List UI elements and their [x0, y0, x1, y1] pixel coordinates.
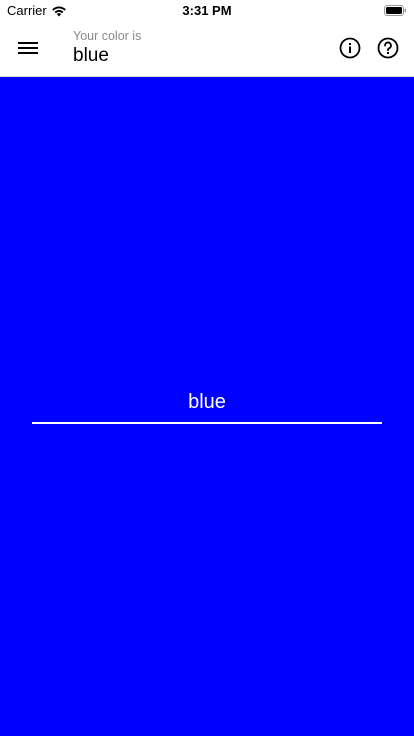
- screen: Carrier 3:31 PM Your color is blue: [0, 0, 414, 736]
- menu-button[interactable]: [12, 32, 44, 64]
- app-bar-subtitle: Your color is: [73, 29, 142, 43]
- menu-icon: [18, 42, 38, 54]
- color-display-area: [0, 77, 414, 736]
- info-button[interactable]: [336, 34, 364, 62]
- title-block: Your color is blue: [73, 29, 141, 68]
- app-bar: Your color is blue: [0, 22, 414, 77]
- color-input-wrapper: [32, 388, 382, 424]
- app-bar-title: blue: [73, 45, 109, 66]
- help-icon: [377, 37, 399, 59]
- status-time: 3:31 PM: [182, 3, 232, 18]
- help-button[interactable]: [374, 34, 402, 62]
- status-bar: Carrier 3:31 PM: [0, 0, 414, 22]
- battery-icon: [384, 5, 406, 16]
- color-name-input[interactable]: [32, 388, 382, 424]
- info-icon: [339, 37, 361, 59]
